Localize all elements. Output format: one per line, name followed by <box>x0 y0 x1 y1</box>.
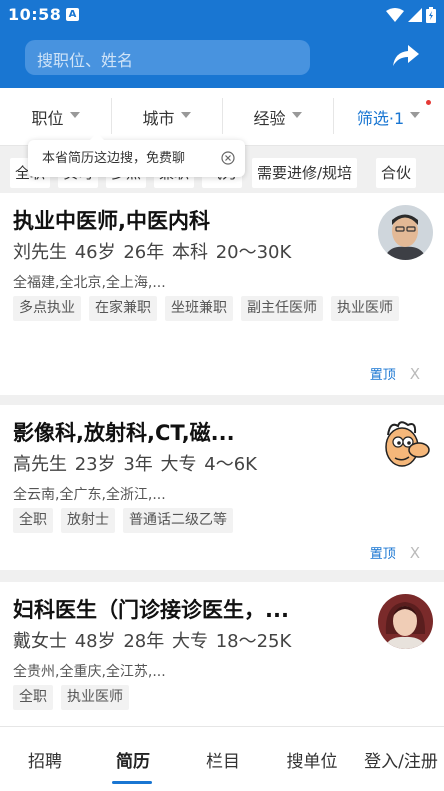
man-photo-icon <box>378 205 433 260</box>
bottom-nav: 招聘 简历 栏目 搜单位 登入/注册 <box>0 726 444 791</box>
resume-tags: 全职 执业医师 <box>13 685 403 710</box>
status-bar: 10:58 A <box>0 0 444 30</box>
tooltip-arrow <box>90 133 104 140</box>
resume-tag: 执业医师 <box>61 685 129 710</box>
notification-dot <box>426 100 431 105</box>
app-header: 10:58 A 搜职位、姓名 <box>0 0 444 88</box>
resume-card[interactable]: 执业中医师,中医内科 刘先生 46岁 26年 本科 20～30K 全福建,全北京… <box>0 193 444 395</box>
chevron-down-icon <box>291 112 302 118</box>
chevron-down-icon <box>410 112 421 118</box>
resume-meta: 刘先生 46岁 26年 本科 20～30K <box>13 242 292 263</box>
resume-locations: 全云南,全广东,全浙江,... <box>13 487 166 503</box>
status-time: 10:58 <box>8 5 62 24</box>
close-circle-icon[interactable] <box>221 151 235 165</box>
resume-tag: 副主任医师 <box>241 296 323 321</box>
resume-meta: 高先生 23岁 3年 大专 4～6K <box>13 454 257 475</box>
filter-experience-label: 经验 <box>253 109 286 128</box>
resume-title: 影像科,放射科,CT,磁... <box>13 421 235 445</box>
quick-tag[interactable]: 合伙 <box>376 158 417 188</box>
filter-city[interactable]: 城市 <box>111 88 222 146</box>
nav-item-recruit[interactable]: 招聘 <box>12 727 78 791</box>
nav-item-login[interactable]: 登入/注册 <box>358 727 444 791</box>
pin-button[interactable]: 置顶 <box>370 364 396 383</box>
wifi-icon <box>386 8 404 22</box>
pin-button[interactable]: 置顶 <box>370 543 396 562</box>
avatar <box>378 594 433 649</box>
search-input[interactable]: 搜职位、姓名 <box>25 40 310 75</box>
resume-locations: 全贵州,全重庆,全江苏,... <box>13 664 166 680</box>
chevron-down-icon <box>69 112 80 118</box>
resume-title: 执业中医师,中医内科 <box>13 209 210 233</box>
filter-screen[interactable]: 筛选·1 <box>333 88 444 146</box>
resume-tag: 普通话二级乙等 <box>123 508 233 533</box>
resume-meta: 戴女士 48岁 28年 大专 18～25K <box>13 631 292 652</box>
card-actions: 置顶 X <box>370 364 420 384</box>
notification-icon: A <box>66 8 79 21</box>
system-icons <box>386 5 436 25</box>
battery-icon <box>426 7 436 23</box>
resume-tag: 坐班兼职 <box>165 296 233 321</box>
avatar <box>378 417 433 472</box>
resume-tag: 在家兼职 <box>89 296 157 321</box>
dismiss-button[interactable]: X <box>410 544 420 562</box>
filter-screen-label: 筛选·1 <box>356 109 405 128</box>
filter-experience[interactable]: 经验 <box>222 88 333 146</box>
card-actions: 置顶 X <box>370 543 420 563</box>
resume-card[interactable]: 影像科,放射科,CT,磁... 高先生 23岁 3年 大专 4～6K 全云南,全… <box>0 405 444 570</box>
nav-item-columns[interactable]: 栏目 <box>190 727 256 791</box>
share-icon <box>393 45 419 66</box>
filter-bar: 职位 城市 经验 筛选·1 <box>0 88 444 146</box>
resume-tags: 多点执业 在家兼职 坐班兼职 副主任医师 执业医师 <box>13 296 403 321</box>
dismiss-button[interactable]: X <box>410 365 420 383</box>
filter-position-label: 职位 <box>31 109 64 128</box>
resume-locations: 全福建,全北京,全上海,... <box>13 275 166 291</box>
resume-title: 妇科医生（门诊接诊医生，... <box>13 598 289 622</box>
share-button[interactable] <box>390 40 422 72</box>
cartoon-face-icon <box>378 417 433 472</box>
resume-tag: 全职 <box>13 508 53 533</box>
resume-card[interactable]: 妇科医生（门诊接诊医生，... 戴女士 48岁 28年 大专 18～25K 全贵… <box>0 582 444 726</box>
resume-tag: 多点执业 <box>13 296 81 321</box>
tooltip-text: 本省简历这边搜，免费聊 <box>42 151 186 166</box>
signal-icon <box>408 8 422 22</box>
woman-photo-icon <box>378 594 433 649</box>
avatar <box>378 205 433 260</box>
resume-tags: 全职 放射士 普通话二级乙等 <box>13 508 403 533</box>
resume-tag: 全职 <box>13 685 53 710</box>
nav-item-search-company[interactable]: 搜单位 <box>276 727 348 791</box>
search-tip-tooltip: 本省简历这边搜，免费聊 <box>28 133 245 177</box>
resume-tag: 放射士 <box>61 508 115 533</box>
active-tab-indicator <box>112 781 152 784</box>
chevron-down-icon <box>180 112 191 118</box>
quick-tag[interactable]: 需要进修/规培 <box>252 158 358 188</box>
search-placeholder: 搜职位、姓名 <box>37 51 134 70</box>
resume-tag: 执业医师 <box>331 296 399 321</box>
filter-city-label: 城市 <box>142 109 175 128</box>
